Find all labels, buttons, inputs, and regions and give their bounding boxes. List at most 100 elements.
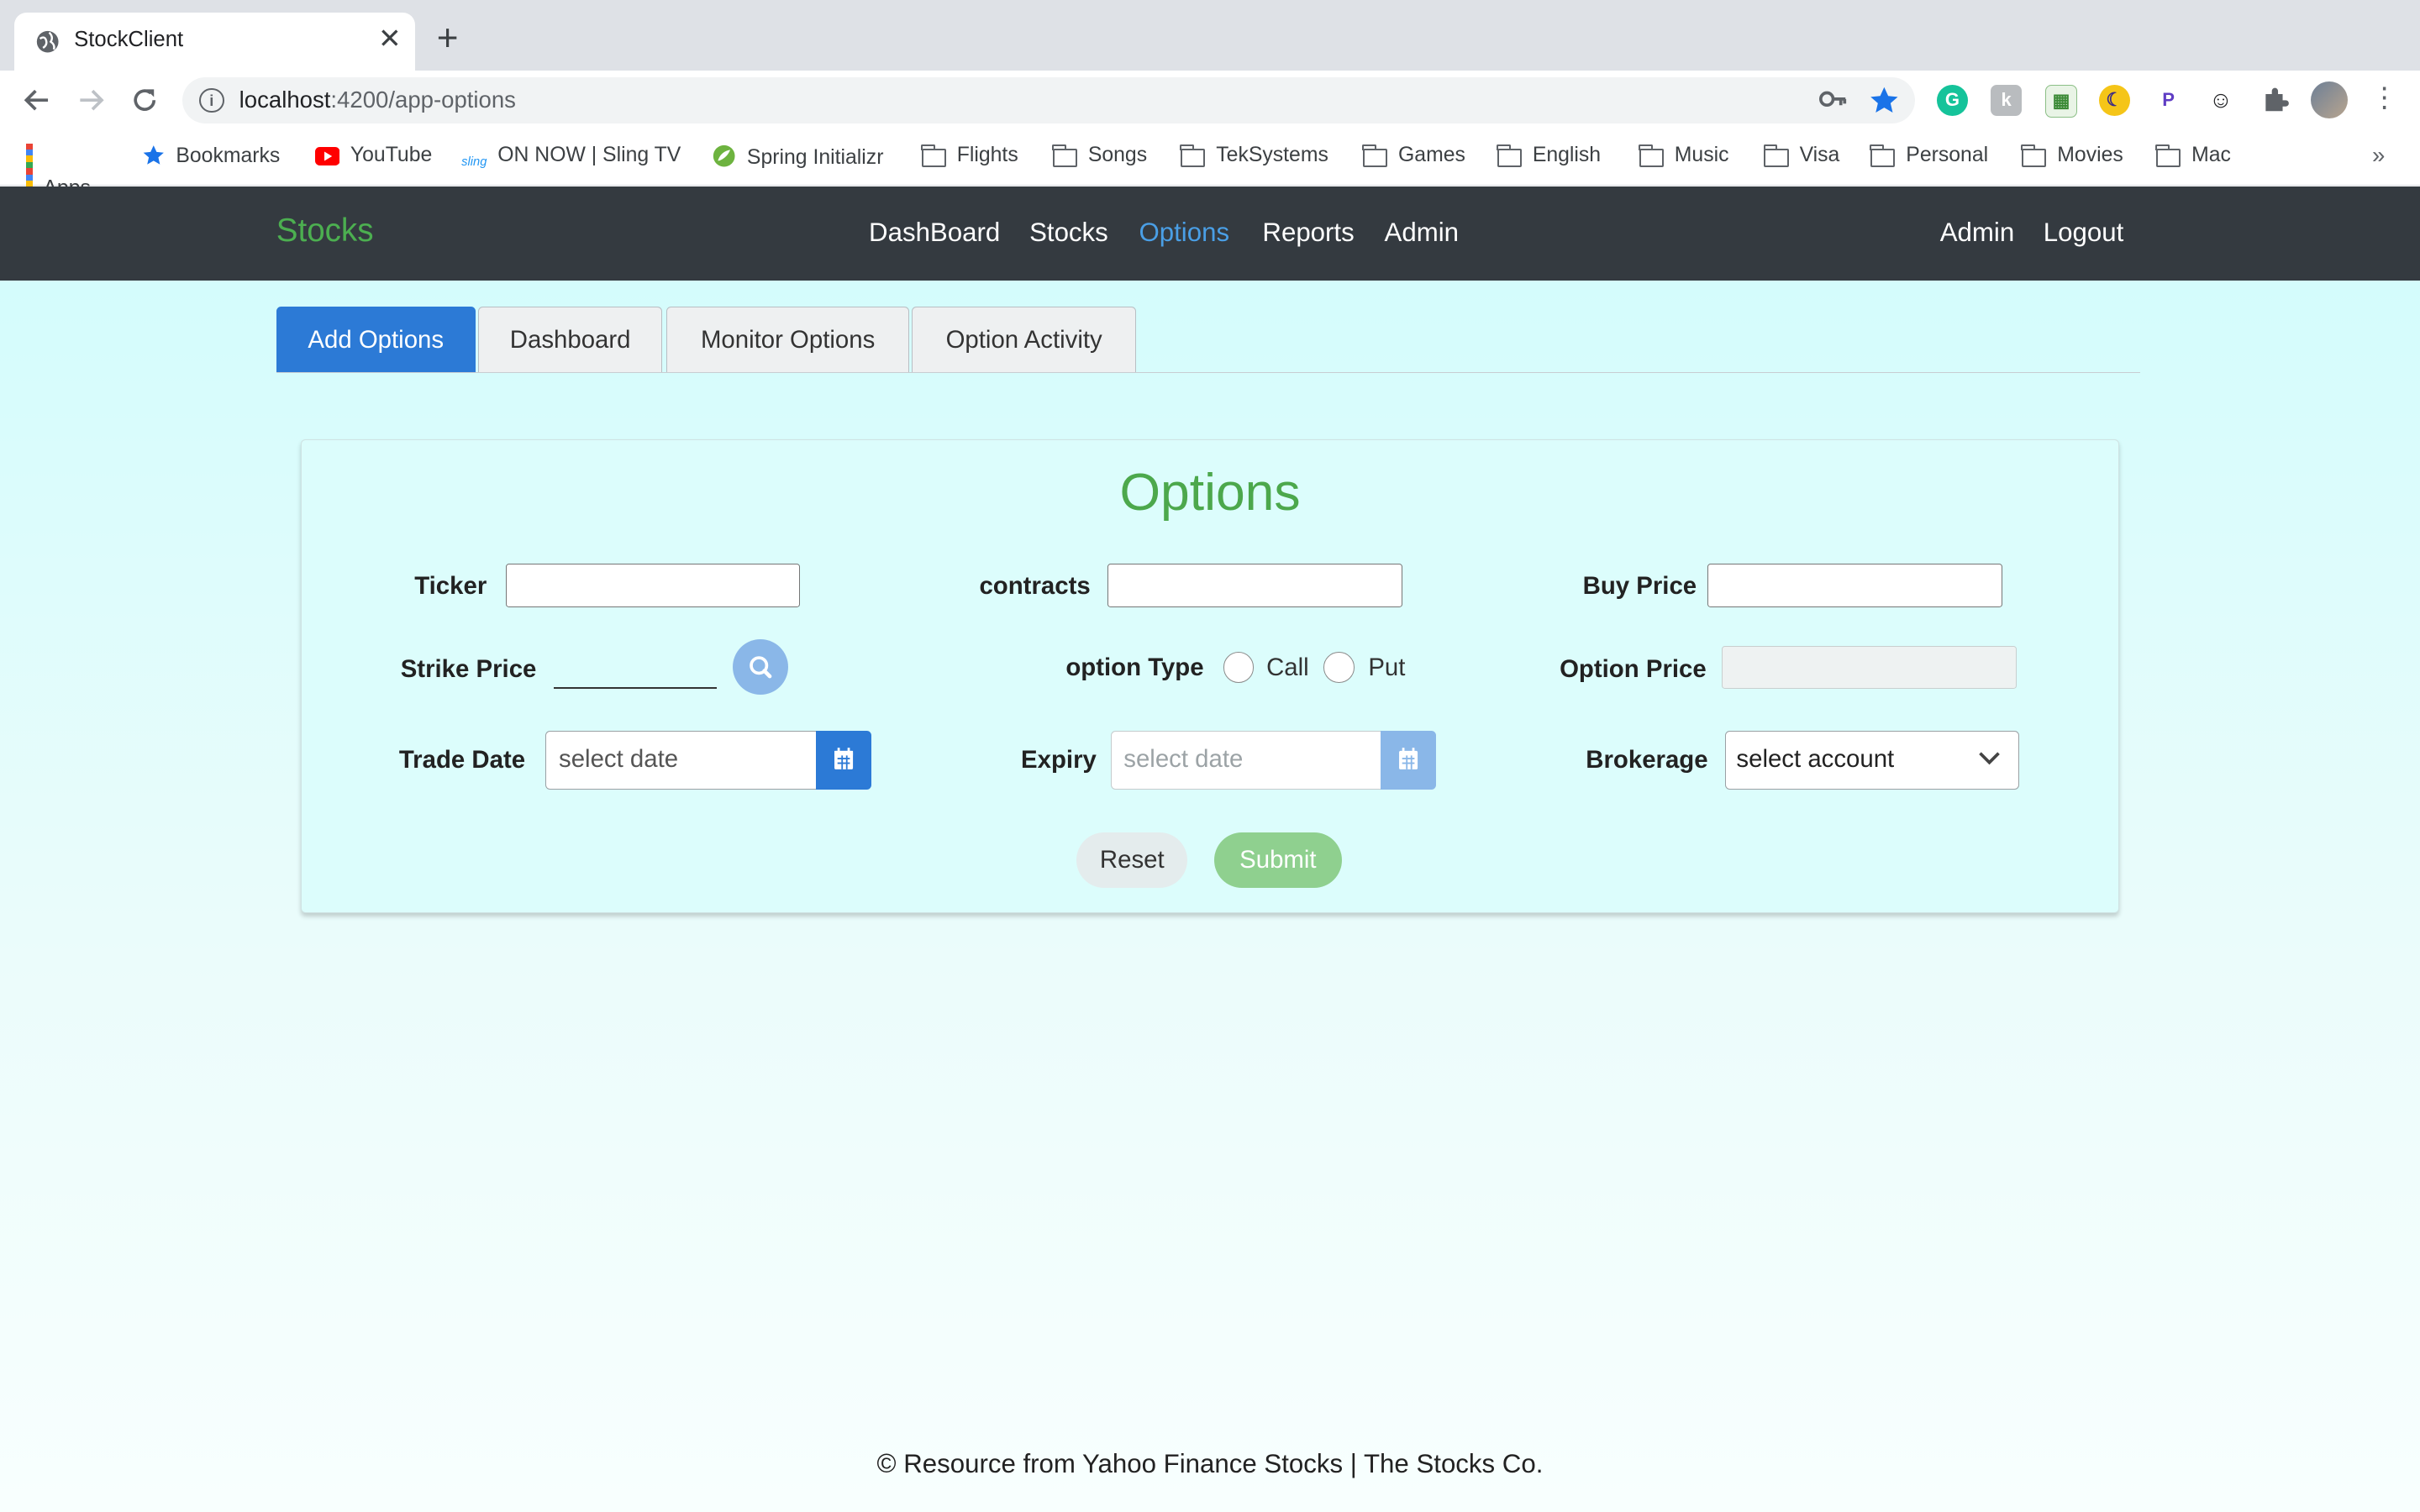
app-navbar: Stocks DashBoard Stocks Options Reports …: [0, 186, 2420, 281]
folder-icon: [2021, 144, 2047, 168]
contracts-input[interactable]: [1107, 564, 1402, 607]
bookmark-music[interactable]: Music: [1638, 144, 1729, 171]
bookmarks-bar: Apps Bookmarks YouTube slingON NOW | Sli…: [0, 129, 2420, 199]
strike-price-input[interactable]: [553, 646, 718, 690]
trade-date-input[interactable]: select date: [545, 730, 818, 790]
ticker-input[interactable]: [505, 564, 801, 607]
bookmark-flights[interactable]: Flights: [920, 144, 1018, 171]
browser-tab[interactable]: StockClient ✕: [13, 12, 416, 71]
url-text: localhost:4200/app-options: [239, 87, 516, 113]
folder-icon: [1763, 144, 1789, 168]
footer-text: © Resource from Yahoo Finance Stocks | T…: [876, 1448, 1544, 1478]
brand-logo[interactable]: Stocks: [276, 213, 374, 249]
folder-icon: [1362, 144, 1388, 168]
grammarly-extension-icon[interactable]: G: [1937, 85, 1968, 116]
reload-icon[interactable]: [128, 83, 161, 117]
tab-option-activity[interactable]: Option Activity: [912, 307, 1136, 372]
submit-button[interactable]: Submit: [1213, 832, 1343, 889]
options-tabs: Add Options Dashboard Monitor Options Op…: [276, 307, 2141, 373]
bookmark-sling[interactable]: sling ON NOW | Sling TV: [461, 144, 681, 171]
expiry-date-input[interactable]: select date: [1110, 730, 1382, 790]
expiry-calendar-button[interactable]: [1381, 730, 1437, 790]
extensions-puzzle-icon[interactable]: [2259, 85, 2291, 116]
nav-link-reports[interactable]: Reports: [1262, 218, 1354, 248]
bookmark-apps[interactable]: Apps: [26, 143, 91, 199]
address-bar[interactable]: i localhost:4200/app-options: [182, 76, 1916, 123]
folder-icon: [2155, 144, 2181, 168]
nav-link-stocks[interactable]: Stocks: [1029, 218, 1108, 248]
trade-date-label: Trade Date: [398, 746, 526, 774]
chevron-down-icon: [1979, 752, 2000, 765]
bookmark-star-icon[interactable]: [1869, 85, 1900, 116]
nav-link-admin-user[interactable]: Admin: [1940, 218, 2015, 248]
folder-icon: [920, 144, 946, 168]
tab-monitor-options[interactable]: Monitor Options: [666, 307, 909, 372]
sheets-extension-icon[interactable]: ▦: [2044, 85, 2078, 118]
buy-price-label: Buy Price: [1582, 571, 1697, 600]
options-form-card: Options Ticker contracts Buy Price Strik…: [301, 439, 2119, 914]
strike-search-button[interactable]: [732, 639, 788, 696]
close-tab-icon[interactable]: ✕: [378, 24, 402, 55]
tab-dashboard[interactable]: Dashboard: [478, 307, 662, 372]
folder-icon: [1638, 144, 1664, 168]
browser-toolbar: i localhost:4200/app-options G k ▦ ☾ P ☺…: [0, 71, 2420, 130]
key-icon[interactable]: [1819, 88, 1847, 110]
nav-link-dashboard[interactable]: DashBoard: [869, 218, 1000, 248]
contracts-label: contracts: [979, 571, 1091, 600]
put-radio-label: Put: [1368, 653, 1406, 681]
bookmark-mac[interactable]: Mac: [2155, 144, 2231, 171]
brokerage-selected-value: select account: [1736, 744, 1895, 773]
bookmark-songs[interactable]: Songs: [1051, 144, 1147, 171]
put-radio[interactable]: [1323, 652, 1355, 683]
option-type-label: option Type: [1065, 653, 1204, 681]
back-icon[interactable]: [20, 83, 54, 117]
expiry-label: Expiry: [1021, 746, 1097, 774]
buy-price-input[interactable]: [1707, 564, 2003, 607]
bookmark-visa[interactable]: Visa: [1763, 144, 1839, 171]
browser-tab-title: StockClient: [74, 28, 184, 52]
nav-link-options[interactable]: Options: [1139, 218, 1229, 248]
call-radio[interactable]: [1223, 652, 1255, 683]
url-host: localhost: [239, 86, 331, 113]
strike-price-label: Strike Price: [400, 654, 537, 683]
folder-icon: [1870, 144, 1896, 168]
form-title: Options: [1119, 463, 1301, 522]
night-mode-extension-icon[interactable]: ☾: [2098, 85, 2130, 116]
option-price-label: Option Price: [1560, 654, 1707, 683]
url-path: :4200/app-options: [330, 86, 516, 113]
new-tab-icon[interactable]: +: [437, 19, 459, 57]
main-content: Add Options Dashboard Monitor Options Op…: [0, 281, 2420, 1512]
browser-menu-icon[interactable]: ⋮: [2370, 82, 2398, 114]
bookmark-english[interactable]: English: [1496, 144, 1601, 171]
profile-extension-icon[interactable]: P: [2153, 85, 2184, 116]
brokerage-label: Brokerage: [1586, 746, 1708, 774]
spring-icon: [713, 144, 735, 167]
bookmark-teksystems[interactable]: TekSystems: [1180, 144, 1328, 171]
reset-button[interactable]: Reset: [1076, 832, 1188, 889]
extension-icon[interactable]: k: [1991, 85, 2023, 116]
bookmark-games[interactable]: Games: [1362, 144, 1465, 171]
bookmark-bookmarks[interactable]: Bookmarks: [142, 144, 280, 171]
bookmark-movies[interactable]: Movies: [2021, 144, 2123, 171]
bookmark-personal[interactable]: Personal: [1870, 144, 1988, 171]
bookmark-spring[interactable]: Spring Initializr: [712, 144, 883, 171]
forward-icon[interactable]: [74, 83, 108, 117]
profile-avatar[interactable]: [2310, 81, 2348, 119]
ghost-extension-icon[interactable]: ☺: [2205, 85, 2237, 116]
globe-icon: [37, 30, 59, 53]
search-icon: [749, 656, 771, 679]
brokerage-select[interactable]: select account: [1724, 730, 2020, 790]
site-info-icon[interactable]: i: [198, 87, 224, 113]
ticker-label: Ticker: [414, 571, 487, 600]
nav-link-logout[interactable]: Logout: [2044, 218, 2124, 248]
option-price-input: [1721, 645, 2017, 690]
bookmarks-overflow-icon[interactable]: »: [2372, 142, 2385, 169]
trade-date-calendar-button[interactable]: [815, 730, 871, 790]
nav-link-admin[interactable]: Admin: [1385, 218, 1460, 248]
bookmark-youtube[interactable]: YouTube: [314, 144, 432, 171]
folder-icon: [1496, 144, 1522, 168]
youtube-icon: [314, 147, 340, 166]
sling-icon: sling: [461, 155, 487, 170]
calendar-icon: [834, 747, 853, 769]
tab-add-options[interactable]: Add Options: [276, 307, 476, 372]
